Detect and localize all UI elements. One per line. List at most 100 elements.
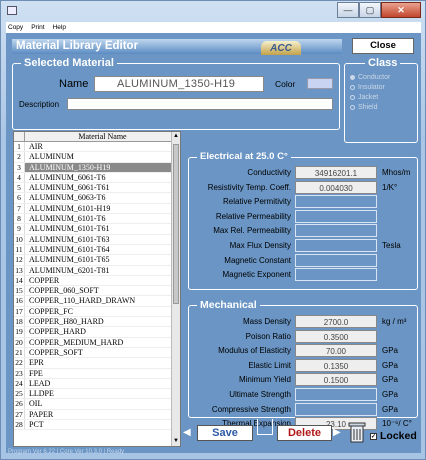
list-item[interactable]: 11 ALUMINUM_6101-T64	[14, 244, 180, 256]
list-item[interactable]: 28 PCT	[14, 420, 180, 431]
scroll-down-icon[interactable]: ▼	[172, 437, 180, 446]
locked-checkbox[interactable]: ✓ Locked	[370, 430, 417, 442]
property-row: Ultimate Strength GPa	[189, 388, 417, 401]
list-item[interactable]: 5 ALUMINUM_6061-T61	[14, 183, 180, 194]
list-item-name: COPPER_060_SOFT	[29, 286, 99, 296]
list-item[interactable]: 4 ALUMINUM_6061-T6	[14, 172, 180, 184]
property-row: Relative Permeability	[189, 209, 417, 223]
list-item[interactable]: 3 ALUMINUM_1350-H19	[14, 162, 180, 173]
save-button[interactable]: Save	[197, 425, 253, 441]
list-header: Material Name	[14, 132, 180, 142]
list-item[interactable]: 7 ALUMINUM_6101-H19	[14, 203, 180, 215]
minimize-button[interactable]: —	[337, 2, 359, 18]
color-swatch[interactable]	[307, 78, 333, 89]
property-label: Magnetic Constant	[224, 255, 291, 265]
menu-print[interactable]: Print	[31, 22, 44, 33]
property-value-field[interactable]	[295, 402, 377, 416]
property-row: Magnetic Constant	[189, 253, 417, 267]
trash-icon[interactable]	[348, 421, 366, 443]
list-item[interactable]: 14 COPPER	[14, 275, 180, 287]
list-item[interactable]: 22 EPR	[14, 358, 180, 369]
list-item-name: AIR	[29, 142, 43, 151]
list-item[interactable]: 19 COPPER_HARD	[14, 327, 180, 338]
scroll-up-icon[interactable]: ▲	[172, 132, 180, 141]
property-value-field[interactable]	[295, 209, 377, 223]
description-label: Description	[19, 100, 60, 109]
description-field[interactable]	[67, 98, 333, 110]
list-item[interactable]: 6 ALUMINUM_6063-T6	[14, 193, 180, 204]
list-item-index: 26	[14, 399, 25, 409]
menu-help[interactable]: Help	[53, 22, 66, 33]
list-item[interactable]: 2 ALUMINUM	[14, 152, 180, 163]
radio-dot-icon	[350, 95, 355, 100]
name-field[interactable]: ALUMINUM_1350-H19	[94, 76, 264, 92]
radio-conductor[interactable]: Conductor	[350, 74, 390, 81]
property-value-field[interactable]: 34916201.1	[295, 166, 377, 179]
radio-insulator[interactable]: Insulator	[350, 84, 385, 91]
property-label: Elastic Limit	[248, 360, 291, 370]
radio-label: Insulator	[358, 84, 385, 91]
radio-label: Conductor	[358, 74, 391, 81]
close-button[interactable]: Close	[352, 38, 414, 54]
electrical-title: Electrical at 25.0 C°	[197, 151, 291, 162]
property-row: Modulus of Elasticity 70.00 GPa	[189, 344, 417, 358]
list-item-index: 17	[14, 306, 25, 317]
window-controls: — ▢ ✕	[337, 2, 421, 18]
list-item[interactable]: 25 LLDPE	[14, 389, 180, 400]
list-item[interactable]: 24 LEAD	[14, 378, 180, 390]
radio-dot-icon	[350, 105, 355, 110]
property-value-field[interactable]: 0.3500	[295, 329, 377, 343]
list-scrollbar[interactable]: ▲ ▼	[171, 132, 180, 446]
property-value-field[interactable]: 2700.0	[295, 315, 377, 328]
list-item-name: ALUMINUM_6101-H19	[29, 203, 111, 213]
property-label: Conductivity	[247, 168, 291, 177]
radio-label: Jacket	[358, 94, 379, 101]
property-value-field[interactable]: 0.1500	[295, 373, 377, 387]
list-item[interactable]: 10 ALUMINUM_6101-T63	[14, 234, 180, 245]
list-item-name: COPPER	[29, 275, 60, 285]
menu-copy[interactable]: Copy	[8, 22, 23, 33]
connector-line	[257, 419, 273, 435]
list-item-index: 25	[14, 389, 25, 399]
list-item-index: 20	[14, 337, 25, 347]
list-item[interactable]: 12 ALUMINUM_6101-T65	[14, 255, 180, 266]
list-item[interactable]: 17 COPPER_FC	[14, 306, 180, 318]
radio-shield[interactable]: Shield	[350, 104, 377, 111]
property-label: Relative Permitivity	[222, 197, 291, 207]
radio-dot-icon	[350, 75, 355, 80]
property-unit: 1/K°	[382, 182, 398, 192]
material-list[interactable]: Material Name 1 AIR 2 ALUMINUM 3 ALUMINUM_135…	[13, 131, 181, 447]
property-label: Magnetic Exponent	[222, 270, 292, 280]
list-item[interactable]: 15 COPPER_060_SOFT	[14, 286, 180, 297]
scroll-thumb[interactable]	[173, 144, 179, 304]
property-value-field[interactable]	[295, 239, 377, 252]
list-item[interactable]: 13 ALUMINUM_6201-T81	[14, 265, 180, 276]
list-item-index: 23	[14, 368, 25, 378]
property-row: Poison Ratio 0.3500	[189, 329, 417, 343]
property-value-field[interactable]	[295, 195, 377, 209]
list-item[interactable]: 1 AIR	[14, 142, 180, 153]
delete-button[interactable]: Delete	[277, 425, 332, 441]
radio-jacket[interactable]: Jacket	[350, 94, 378, 101]
list-item[interactable]: 8 ALUMINUM_6101-T6	[14, 214, 180, 225]
list-item[interactable]: 18 COPPER_H80_HARD	[14, 317, 180, 328]
list-item[interactable]: 16 COPPER_110_HARD_DRAWN	[14, 296, 180, 307]
list-item[interactable]: 9 ALUMINUM_6101-T61	[14, 224, 180, 235]
property-value-field[interactable]	[295, 224, 377, 238]
list-item[interactable]: 23 FPE	[14, 368, 180, 379]
list-item[interactable]: 27 PAPER	[14, 409, 180, 421]
property-unit: GPa	[382, 375, 399, 385]
property-value-field[interactable]: 70.00	[295, 344, 377, 358]
property-value-field[interactable]: 0.004030	[295, 180, 377, 194]
maximize-button[interactable]: ▢	[359, 2, 381, 18]
property-value-field[interactable]	[295, 268, 377, 282]
title-bar[interactable]: — ▢ ✕	[1, 1, 425, 21]
list-item-index: 28	[14, 420, 25, 430]
list-item[interactable]: 20 COPPER_MEDIUM_HARD	[14, 337, 180, 348]
list-item[interactable]: 21 COPPER_SOFT	[14, 347, 180, 359]
property-value-field[interactable]	[295, 388, 377, 401]
window-close-button[interactable]: ✕	[381, 2, 421, 18]
property-value-field[interactable]: 0.1350	[295, 358, 377, 372]
list-item[interactable]: 26 OIL	[14, 399, 180, 410]
property-value-field[interactable]	[295, 253, 377, 267]
